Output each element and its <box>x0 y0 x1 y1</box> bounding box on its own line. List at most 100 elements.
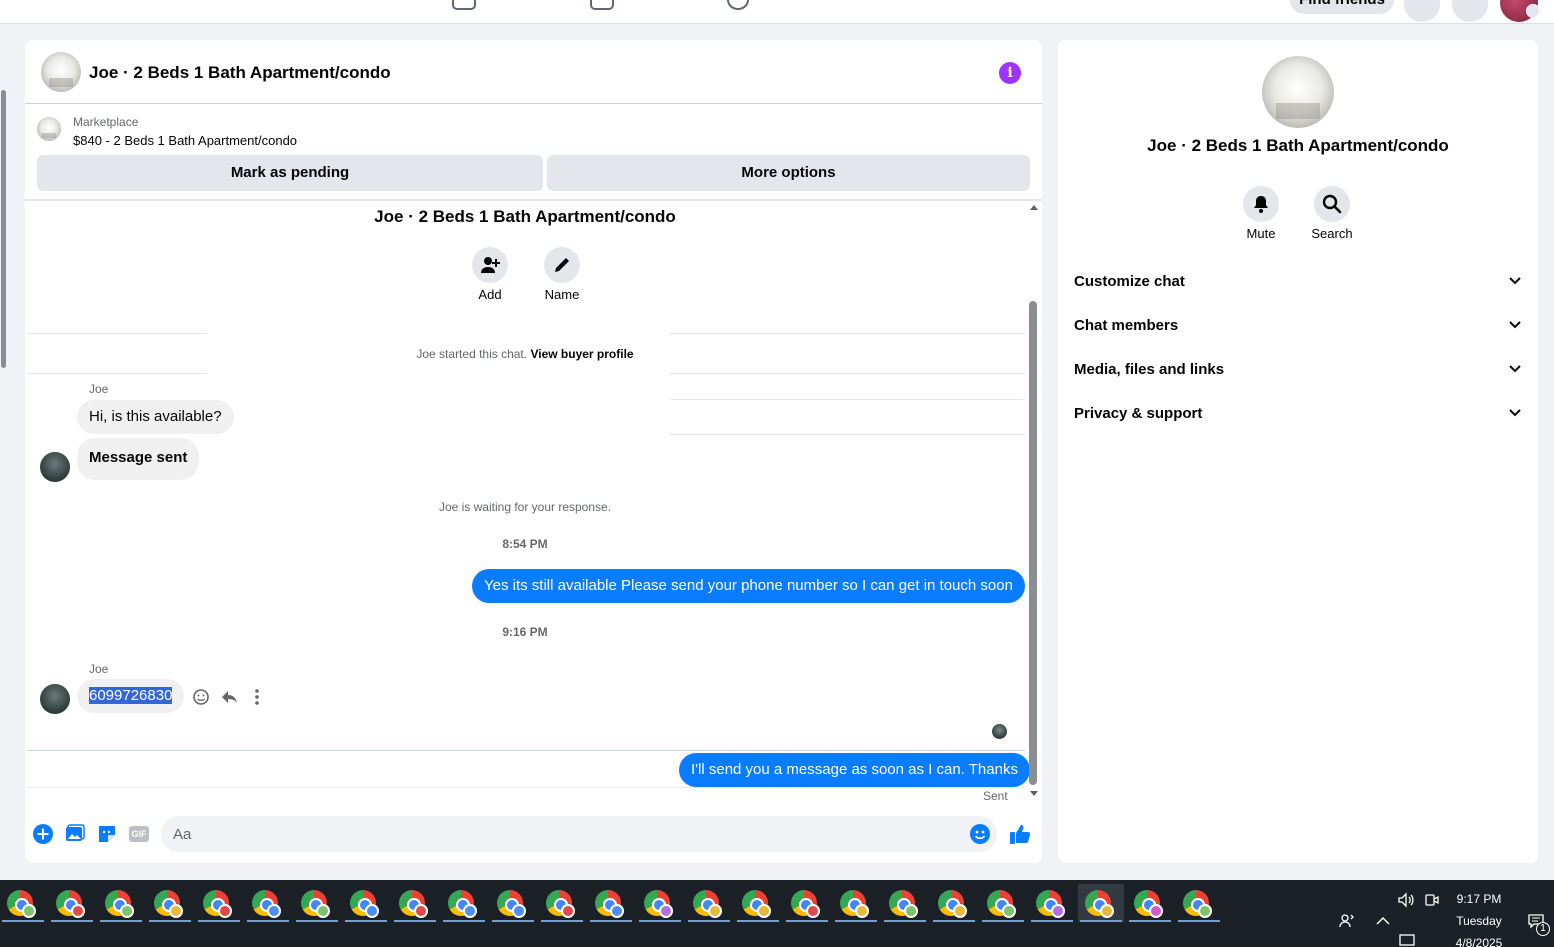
view-buyer-profile-link[interactable]: View buyer profile <box>530 347 633 361</box>
running-indicator <box>2 920 44 922</box>
listing-thumbnail[interactable] <box>37 117 61 141</box>
meet-now-icon[interactable] <box>1423 891 1441 909</box>
taskbar-chrome-app[interactable] <box>735 884 781 922</box>
taskbar-chrome-app[interactable] <box>196 884 242 922</box>
more-actions-icon[interactable] <box>248 688 266 706</box>
people-icon[interactable] <box>1338 912 1356 930</box>
gif-icon[interactable]: GIF <box>129 826 149 842</box>
taskbar-chrome-app[interactable] <box>441 884 487 922</box>
message-input[interactable] <box>161 816 997 852</box>
react-icon[interactable] <box>192 688 210 706</box>
incoming-message[interactable]: 6099726830 <box>77 679 185 713</box>
taskbar-chrome-app[interactable] <box>0 884 46 922</box>
search-button[interactable] <box>1314 186 1350 222</box>
reply-icon[interactable] <box>220 688 238 706</box>
chat-title[interactable]: Joe · 2 Beds 1 Bath Apartment/condo <box>89 63 391 83</box>
listing-title[interactable]: $840 - 2 Beds 1 Bath Apartment/condo <box>73 133 297 148</box>
sender-name: Joe <box>89 382 109 396</box>
marketplace-nav-icon[interactable] <box>452 0 476 10</box>
taskbar-chrome-app[interactable] <box>98 884 144 922</box>
taskbar-chrome-app[interactable] <box>147 884 193 922</box>
profile-badge-icon <box>757 904 771 918</box>
taskbar-chrome-app[interactable] <box>490 884 536 922</box>
taskbar-chrome-app[interactable] <box>49 884 95 922</box>
add-person-icon <box>481 257 500 273</box>
add-label: Add <box>478 287 502 302</box>
photo-icon[interactable] <box>65 824 85 844</box>
scroll-up-arrow[interactable] <box>1030 205 1038 210</box>
notifications-icon[interactable] <box>1452 0 1488 22</box>
more-options-button[interactable]: More options <box>547 155 1030 191</box>
taskbar-chrome-app[interactable] <box>1127 884 1173 922</box>
top-nav: Find friends <box>0 0 1554 24</box>
taskbar-chrome-app[interactable] <box>686 884 732 922</box>
chevron-down-icon <box>1509 277 1521 285</box>
started-text: Joe started this chat. <box>416 347 528 361</box>
taskbar-chrome-app[interactable] <box>245 884 291 922</box>
chat-members-section[interactable]: Chat members <box>1074 304 1522 348</box>
sticker-icon[interactable] <box>97 824 117 844</box>
taskbar-chrome-app[interactable] <box>784 884 830 922</box>
joe-avatar[interactable] <box>40 684 70 714</box>
chat-avatar[interactable] <box>41 52 81 92</box>
clock-date[interactable]: 4/8/2025 <box>1448 936 1510 947</box>
taskbar-chrome-app[interactable] <box>882 884 928 922</box>
mute-button[interactable] <box>1243 186 1279 222</box>
taskbar-chrome-app[interactable] <box>1176 884 1222 922</box>
incoming-message[interactable]: Message sent <box>77 438 200 480</box>
taskbar-chrome-app[interactable] <box>931 884 977 922</box>
taskbar-chrome-app[interactable] <box>1029 884 1075 922</box>
add-people-button[interactable] <box>472 247 508 283</box>
joe-avatar[interactable] <box>40 452 70 482</box>
volume-icon[interactable] <box>1397 891 1415 909</box>
section-label: Media, files and links <box>1074 361 1225 378</box>
profile-badge-icon <box>316 904 330 918</box>
media-files-links-section[interactable]: Media, files and links <box>1074 348 1522 392</box>
info-icon[interactable]: i <box>999 62 1021 84</box>
taskbar-chrome-app[interactable] <box>637 884 683 922</box>
name-chat-button[interactable] <box>544 247 580 283</box>
phone-number-text[interactable]: 6099726830 <box>89 687 173 704</box>
chevron-down-icon <box>1509 409 1521 417</box>
outgoing-message[interactable]: I'll send you a message as soon as I can… <box>679 753 1030 787</box>
plus-icon[interactable] <box>33 824 53 844</box>
mark-pending-button[interactable]: Mark as pending <box>37 155 543 191</box>
chat-info-avatar[interactable] <box>1262 56 1334 128</box>
divider <box>670 434 1025 435</box>
menu-grid-icon[interactable] <box>1404 0 1440 22</box>
scroll-down-arrow[interactable] <box>1030 791 1038 796</box>
profile-badge-icon <box>1149 904 1163 918</box>
page-scrollbar-thumb[interactable] <box>1 90 6 368</box>
incoming-message[interactable]: Hi, is this available? <box>77 400 234 434</box>
customize-chat-section[interactable]: Customize chat <box>1074 260 1522 304</box>
profile-badge-icon <box>855 904 869 918</box>
account-chevron-icon[interactable] <box>1526 4 1540 18</box>
taskbar-chrome-app[interactable] <box>539 884 585 922</box>
running-indicator <box>590 920 632 922</box>
taskbar-chrome-app[interactable] <box>833 884 879 922</box>
privacy-support-section[interactable]: Privacy & support <box>1074 392 1522 436</box>
taskbar-chrome-app[interactable] <box>392 884 438 922</box>
clock-time[interactable]: 9:17 PM <box>1448 892 1510 906</box>
taskbar-chrome-app[interactable] <box>980 884 1026 922</box>
emoji-icon[interactable] <box>970 824 990 844</box>
profile-nav-icon[interactable] <box>727 0 749 10</box>
taskbar-chrome-app[interactable] <box>343 884 389 922</box>
groups-nav-icon[interactable] <box>590 0 614 10</box>
conversation-area[interactable]: Joe · 2 Beds 1 Bath Apartment/condo Add … <box>25 202 1042 802</box>
network-icon[interactable] <box>1398 932 1416 947</box>
conversation-title: Joe · 2 Beds 1 Bath Apartment/condo <box>374 207 676 226</box>
outgoing-message[interactable]: Yes its still available Please send your… <box>472 569 1025 603</box>
clock-day[interactable]: Tuesday <box>1448 914 1510 928</box>
taskbar-chrome-app[interactable] <box>1078 884 1124 922</box>
chevron-up-icon[interactable] <box>1374 912 1392 930</box>
find-friends-button[interactable]: Find friends <box>1290 0 1394 14</box>
chat-panel: Joe · 2 Beds 1 Bath Apartment/condo i Ma… <box>25 40 1042 863</box>
taskbar-chrome-app[interactable] <box>294 884 340 922</box>
conversation-scrollbar-thumb[interactable] <box>1029 301 1037 785</box>
page-scrollbar[interactable] <box>0 70 8 880</box>
conversation-scrollbar[interactable] <box>1028 205 1040 796</box>
divider <box>27 787 1025 788</box>
taskbar-chrome-app[interactable] <box>588 884 634 922</box>
like-icon[interactable] <box>1009 823 1031 845</box>
